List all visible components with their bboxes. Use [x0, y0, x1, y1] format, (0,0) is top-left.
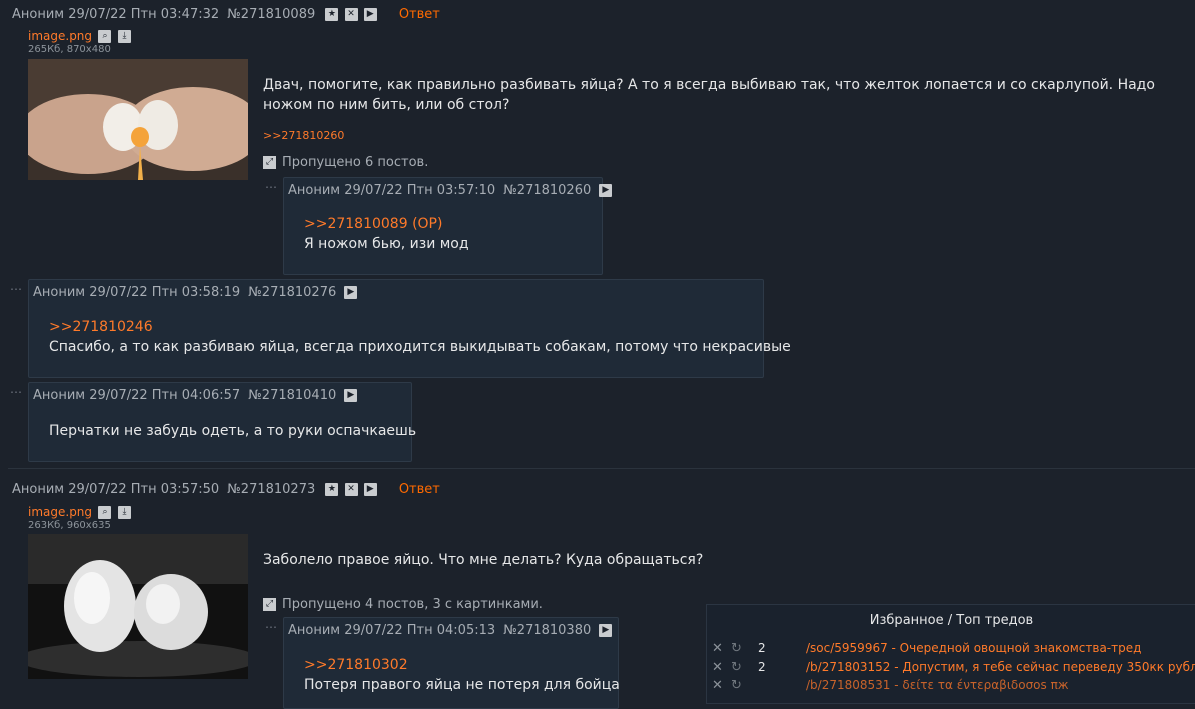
file-name-link[interactable]: image.png [28, 505, 92, 519]
favorites-count: 2 [758, 660, 766, 674]
expand-icon[interactable]: ⤢ [263, 156, 276, 169]
post-author: Аноним [33, 285, 86, 300]
download-icon[interactable]: ⤓ [117, 505, 131, 519]
backlink[interactable]: >>271810260 [263, 129, 344, 142]
reply-post: Аноним 29/07/22 Птн 03:58:19 №271810276 … [28, 279, 791, 378]
post-number[interactable]: №271810260 [503, 183, 591, 198]
reply-post: Аноним 29/07/22 Птн 04:06:57 №271810410 … [28, 382, 416, 462]
favorites-link[interactable]: /b/271803152 - Допустим, я тебе сейчас п… [806, 660, 1195, 674]
star-icon[interactable]: ★ [325, 483, 339, 496]
reply-text: Спасибо, а то как разбиваю яйца, всегда … [49, 339, 791, 355]
reply-button[interactable]: Ответ [399, 482, 440, 497]
file-info: 263Кб, 960x635 [28, 520, 111, 531]
favorites-link[interactable]: /soc/5959967 - Очередной овощной знакомс… [806, 641, 1141, 655]
search-icon[interactable]: ⌕ [98, 29, 112, 43]
reply-text: Перчатки не забудь одеть, а то руки оспа… [49, 423, 417, 439]
play-icon[interactable]: ▶ [344, 286, 358, 299]
hide-icon[interactable]: ✕ [344, 483, 358, 496]
post-image-two-eggs[interactable] [28, 534, 248, 679]
post-body: Двач, помогите, как правильно разбивать … [263, 77, 1155, 113]
post-number[interactable]: №271810273 [227, 482, 315, 497]
post-date: 29/07/22 Птн 04:06:57 [89, 388, 241, 403]
post-number[interactable]: №271810276 [248, 285, 336, 300]
post-author: Аноним [12, 7, 65, 22]
favorites-count: 2 [758, 641, 766, 655]
reply-dots: ⋯ [10, 282, 23, 296]
play-icon[interactable]: ▶ [599, 624, 613, 637]
post-date: 29/07/22 Птн 04:05:13 [344, 623, 496, 638]
post-header: Аноним 29/07/22 Птн 03:47:32 №271810089 … [12, 7, 440, 22]
post-header: Аноним 29/07/22 Птн 03:58:19 №271810276 … [33, 285, 358, 300]
search-icon[interactable]: ⌕ [98, 505, 112, 519]
play-icon[interactable]: ▶ [363, 8, 377, 21]
file-name-link[interactable]: image.png [28, 29, 92, 43]
reply-text: Потеря правого яйца не потеря для бойца [304, 677, 620, 693]
post-header: Аноним 29/07/22 Птн 04:06:57 №271810410 … [33, 388, 358, 403]
star-icon[interactable]: ★ [325, 8, 339, 21]
file-meta: image.png ⌕ ⤓ 263Кб, 960x635 [28, 504, 131, 531]
refresh-icon[interactable]: ↻ [731, 678, 742, 693]
post-number[interactable]: №271810410 [248, 388, 336, 403]
favorites-panel: Избранное / Топ тредов ✕ ↻ 2 /soc/595996… [706, 604, 1195, 704]
quote-link[interactable]: >>271810246 [49, 319, 153, 335]
post-date: 29/07/22 Птн 03:57:50 [68, 482, 220, 497]
quote-link[interactable]: >>271810302 [304, 657, 408, 673]
close-icon[interactable]: ✕ [712, 678, 723, 693]
expand-icon[interactable]: ⤢ [263, 598, 276, 611]
hide-icon[interactable]: ✕ [344, 8, 358, 21]
post-body: Заболело правое яйцо. Что мне делать? Ку… [263, 552, 704, 568]
post-author: Аноним [288, 623, 341, 638]
post-date: 29/07/22 Птн 03:58:19 [89, 285, 241, 300]
play-icon[interactable]: ▶ [363, 483, 377, 496]
post-author: Аноним [33, 388, 86, 403]
post-header: Аноним 29/07/22 Птн 03:57:50 №271810273 … [12, 482, 440, 497]
file-info: 265Кб, 870x480 [28, 44, 111, 55]
play-icon[interactable]: ▶ [599, 184, 613, 197]
reply-dots: ⋯ [265, 620, 278, 634]
thread-separator [8, 468, 1195, 469]
reply-post: Аноним 29/07/22 Птн 03:57:10 №271810260 … [283, 177, 613, 275]
post-date: 29/07/22 Птн 03:57:10 [344, 183, 496, 198]
close-icon[interactable]: ✕ [712, 641, 723, 656]
reply-text: Я ножом бью, изи мод [304, 236, 469, 252]
download-icon[interactable]: ⤓ [117, 29, 131, 43]
reply-dots: ⋯ [10, 385, 23, 399]
post-date: 29/07/22 Птн 03:47:32 [68, 7, 220, 22]
close-icon[interactable]: ✕ [712, 660, 723, 675]
reply-post: Аноним 29/07/22 Птн 04:05:13 №271810380 … [283, 617, 620, 709]
favorites-link[interactable]: /b/271808531 - δείτε τα έντεραβιδοσοs πж [806, 678, 1069, 692]
post-number[interactable]: №271810089 [227, 7, 315, 22]
refresh-icon[interactable]: ↻ [731, 641, 742, 656]
post-image-eggs-hands[interactable] [28, 59, 248, 180]
post-number[interactable]: №271810380 [503, 623, 591, 638]
reply-button[interactable]: Ответ [399, 7, 440, 22]
post-header: Аноним 29/07/22 Птн 04:05:13 №271810380 … [288, 623, 613, 638]
refresh-icon[interactable]: ↻ [731, 660, 742, 675]
post-author: Аноним [12, 482, 65, 497]
file-meta: image.png ⌕ ⤓ 265Кб, 870x480 [28, 28, 131, 55]
omitted-posts[interactable]: ⤢ Пропущено 6 постов. [263, 155, 428, 170]
post-author: Аноним [288, 183, 341, 198]
quote-link[interactable]: >>271810089 (OP) [304, 216, 442, 232]
reply-dots: ⋯ [265, 180, 278, 194]
favorites-title: Избранное / Топ тредов [869, 613, 1034, 628]
omitted-posts[interactable]: ⤢ Пропущено 4 постов, 3 с картинками. [263, 597, 543, 612]
play-icon[interactable]: ▶ [344, 389, 358, 402]
post-header: Аноним 29/07/22 Птн 03:57:10 №271810260 … [288, 183, 613, 198]
